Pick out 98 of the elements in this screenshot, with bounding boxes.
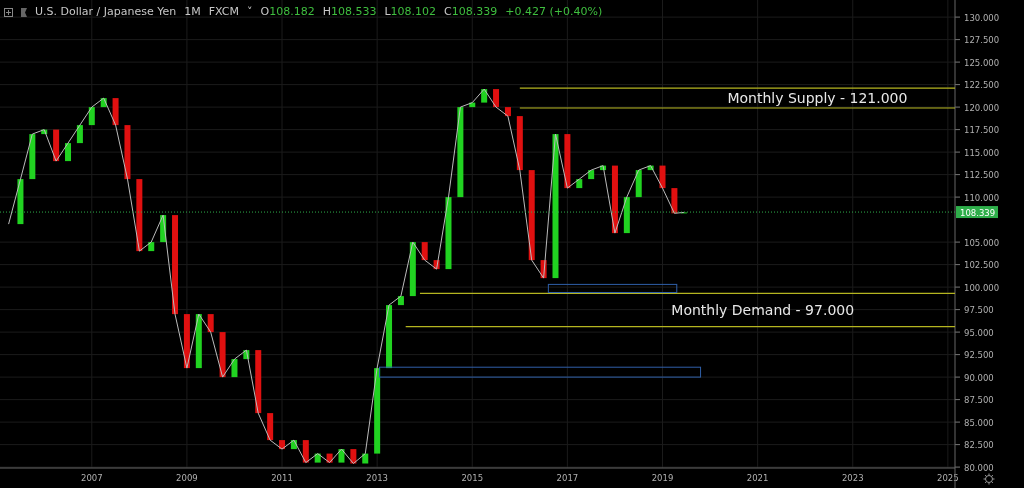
candle xyxy=(65,143,71,162)
zone-label: Monthly Supply - 121.000 xyxy=(727,90,908,107)
candle xyxy=(481,89,488,103)
candle xyxy=(623,197,630,234)
candle xyxy=(17,179,24,225)
y-axis-label: 90.000 xyxy=(964,372,994,383)
candle xyxy=(302,440,309,463)
candle xyxy=(386,305,393,369)
x-axis-label: 2015 xyxy=(461,473,484,483)
candle xyxy=(255,350,262,414)
candle xyxy=(326,453,333,463)
y-axis-label: 100.000 xyxy=(964,282,1000,293)
settings-icon[interactable] xyxy=(983,473,995,485)
ref-line-label: 108.339 xyxy=(960,207,996,218)
candle xyxy=(160,215,167,243)
y-axis-label: 112.500 xyxy=(964,170,1000,181)
source-label[interactable]: FXCM xyxy=(208,4,239,21)
candle xyxy=(112,98,119,126)
y-axis-label: 115.000 xyxy=(964,147,1000,158)
candle xyxy=(124,125,131,180)
candle xyxy=(647,165,654,171)
candle xyxy=(564,134,571,189)
candle xyxy=(611,165,618,234)
candle xyxy=(195,314,202,369)
y-axis-label: 105.000 xyxy=(964,237,1000,248)
candle xyxy=(635,170,642,198)
candle xyxy=(279,440,286,450)
candle xyxy=(600,165,607,171)
ohlc-value: C108.339 xyxy=(444,4,498,20)
candle xyxy=(397,296,404,306)
candle xyxy=(88,107,95,126)
y-axis-label: 80.000 xyxy=(964,462,994,473)
price-tag: 108.339 xyxy=(956,206,998,219)
candle xyxy=(671,188,678,214)
x-axis-label: 2017 xyxy=(556,473,579,483)
ohlc-value: O108.182 xyxy=(260,4,315,20)
y-axis-label: 97.500 xyxy=(964,305,994,316)
interval-label[interactable]: 1M xyxy=(184,4,201,21)
candle xyxy=(588,170,595,180)
candle xyxy=(219,332,226,378)
x-axis-label: 2009 xyxy=(176,473,198,483)
ohlc-value: L108.102 xyxy=(384,4,437,20)
candle xyxy=(433,260,440,270)
candle xyxy=(659,165,666,189)
zone-label: Monthly Demand - 97.000 xyxy=(671,302,855,319)
candle xyxy=(148,242,155,252)
symbol-title[interactable]: U.S. Dollar / Japanese Yen xyxy=(35,4,177,21)
x-axis-label: 2021 xyxy=(746,473,769,483)
x-axis-label: 2019 xyxy=(651,473,674,483)
change-value: +0.427 (+0.40%) xyxy=(505,4,603,20)
candle xyxy=(421,242,428,261)
y-axis-label: 122.500 xyxy=(964,80,1000,91)
y-axis-label: 92.500 xyxy=(964,350,994,361)
candle xyxy=(314,453,321,463)
y-axis-label: 102.500 xyxy=(964,260,1000,271)
candle xyxy=(183,314,190,369)
candle xyxy=(53,129,60,162)
candle xyxy=(207,314,214,333)
zone-line[interactable] xyxy=(419,292,956,294)
x-axis-label: 2011 xyxy=(271,473,293,483)
candle xyxy=(290,440,297,450)
y-axis-label: 87.500 xyxy=(964,395,994,406)
candle xyxy=(100,98,107,108)
ohlc-value: H108.533 xyxy=(322,4,377,20)
flag-icon xyxy=(21,7,27,17)
expand-icon[interactable] xyxy=(4,7,13,17)
y-axis-label: 95.000 xyxy=(964,327,994,338)
y-axis-label: 120.000 xyxy=(964,102,1000,113)
zone-rectangle[interactable] xyxy=(547,283,678,293)
x-axis-label: 2023 xyxy=(841,473,864,483)
y-axis-label: 85.000 xyxy=(964,417,994,428)
zone-line[interactable] xyxy=(405,326,956,328)
candle xyxy=(41,129,48,135)
candle xyxy=(76,125,83,144)
y-axis-label: 117.500 xyxy=(964,125,1000,136)
x-axis-label: 2013 xyxy=(366,473,388,483)
candle xyxy=(516,116,523,171)
x-axis-label: 2007 xyxy=(80,473,103,483)
y-axis-label: 127.500 xyxy=(964,35,1000,46)
candle xyxy=(504,107,511,117)
candle xyxy=(409,242,416,297)
y-axis-label: 125.000 xyxy=(964,57,1000,68)
x-axis-label: 2025 xyxy=(937,473,959,483)
candle xyxy=(469,102,476,108)
y-axis-label: 82.500 xyxy=(964,440,994,451)
candle xyxy=(540,260,547,279)
caret-icon[interactable]: ˅ xyxy=(247,4,253,21)
y-axis-label: 110.000 xyxy=(964,192,1000,203)
candle xyxy=(576,179,583,189)
candle xyxy=(338,449,345,463)
candle xyxy=(243,350,250,360)
candle xyxy=(29,134,36,180)
candle xyxy=(493,89,500,108)
candle xyxy=(350,449,357,464)
candle xyxy=(267,413,274,441)
y-axis-label: 130.000 xyxy=(964,12,1000,23)
candle xyxy=(231,359,238,378)
candle xyxy=(362,453,369,464)
